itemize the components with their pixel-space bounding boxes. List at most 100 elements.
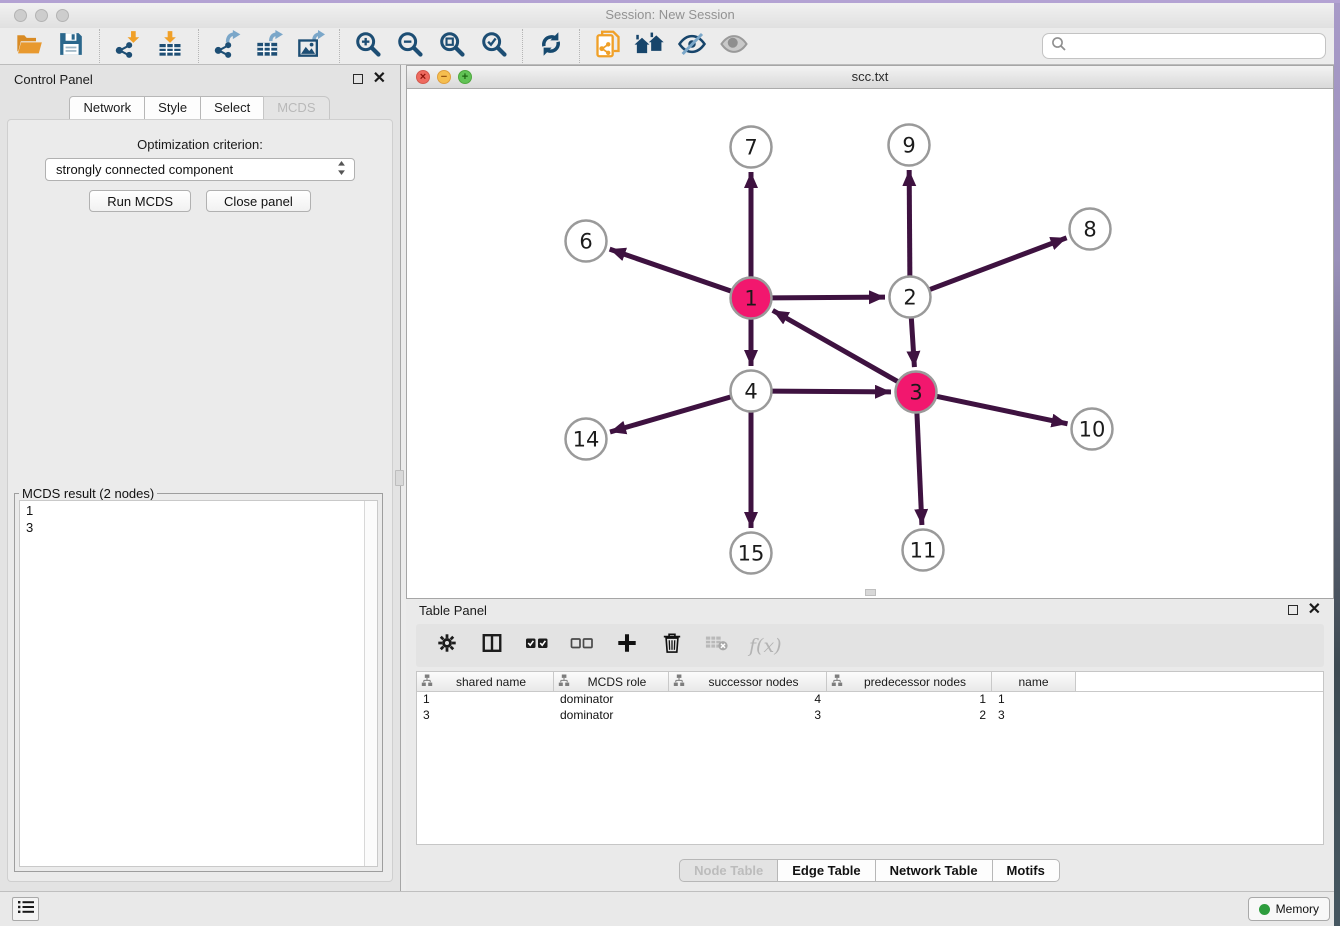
tab-network-table[interactable]: Network Table xyxy=(875,859,993,882)
first-neighbors-button[interactable] xyxy=(629,29,671,63)
graph-node-6[interactable]: 6 xyxy=(566,221,607,262)
close-panel-icon[interactable]: ✕ xyxy=(373,74,386,84)
zoom-fit-button[interactable] xyxy=(431,29,473,63)
column-header-name[interactable]: name xyxy=(992,672,1076,691)
zoom-in-button[interactable] xyxy=(347,29,389,63)
export-image-button[interactable] xyxy=(290,29,332,63)
graph-node-2[interactable]: 2 xyxy=(890,277,931,318)
edge-1-2[interactable] xyxy=(772,297,885,298)
graph-node-15[interactable]: 15 xyxy=(731,533,772,574)
edge-1-6[interactable] xyxy=(610,249,732,291)
optimization-criterion-label: Optimization criterion: xyxy=(8,137,392,152)
graph-node-9[interactable]: 9 xyxy=(889,125,930,166)
task-history-button[interactable] xyxy=(12,897,39,921)
graph-node-3[interactable]: 3 xyxy=(896,372,937,413)
column-header-predecessor-nodes[interactable]: predecessor nodes xyxy=(827,672,992,691)
save-session-button[interactable] xyxy=(50,29,92,63)
search-box[interactable] xyxy=(1042,33,1326,59)
network-canvas[interactable]: 7 9 6 8 1 2 4 3 14 10 15 11 xyxy=(407,89,1333,598)
cell-shared-name: 1 xyxy=(417,692,554,708)
cell-mcds-role: dominator xyxy=(554,692,669,708)
tree-icon xyxy=(673,674,685,690)
import-network-button[interactable] xyxy=(107,29,149,63)
open-session-button[interactable] xyxy=(8,29,50,63)
graph-node-8[interactable]: 8 xyxy=(1070,209,1111,250)
edge-2-3[interactable] xyxy=(911,318,914,367)
float-table-panel-icon[interactable] xyxy=(1288,605,1298,615)
cell-predecessor-nodes: 1 xyxy=(827,692,992,708)
graph-node-11[interactable]: 11 xyxy=(903,530,944,571)
network-resize-grip[interactable] xyxy=(865,589,876,596)
tab-node-table[interactable]: Node Table xyxy=(679,859,778,882)
table-tabs: Node Table Edge Table Network Table Moti… xyxy=(406,859,1334,882)
function-builder-button[interactable]: f(x) xyxy=(749,633,782,659)
cell-successor-nodes: 3 xyxy=(669,708,827,724)
edge-4-14[interactable] xyxy=(610,397,731,432)
clone-network-button[interactable] xyxy=(587,29,629,63)
zoom-out-button[interactable] xyxy=(389,29,431,63)
mcds-result-list[interactable]: 1 3 xyxy=(19,500,378,867)
tab-motifs[interactable]: Motifs xyxy=(992,859,1060,882)
import-table-button[interactable] xyxy=(149,29,191,63)
column-header-mcds-role[interactable]: MCDS role xyxy=(554,672,669,691)
column-header-shared-name[interactable]: shared name xyxy=(417,672,554,691)
export-network-button[interactable] xyxy=(206,29,248,63)
network-window-titlebar[interactable]: × − + scc.txt xyxy=(407,66,1333,89)
cell-predecessor-nodes: 2 xyxy=(827,708,992,724)
refresh-icon xyxy=(538,31,564,62)
graph-node-14[interactable]: 14 xyxy=(566,419,607,460)
criterion-select[interactable]: strongly connected component xyxy=(45,158,355,181)
node-table[interactable]: shared name MCDS role successor nodes pr… xyxy=(416,671,1324,845)
node-label: 6 xyxy=(579,229,592,253)
deselect-all-button[interactable] xyxy=(569,633,595,659)
table-toolbar: f(x) xyxy=(416,624,1324,667)
table-row[interactable]: 3 dominator 3 2 3 xyxy=(417,708,1323,724)
vertical-splitter-handle[interactable] xyxy=(395,470,404,486)
houses-icon xyxy=(634,31,666,62)
close-panel-button[interactable]: Close panel xyxy=(206,190,311,212)
tab-select[interactable]: Select xyxy=(200,96,264,120)
memory-button[interactable]: Memory xyxy=(1248,897,1330,921)
tab-network[interactable]: Network xyxy=(69,96,145,120)
graph-node-1[interactable]: 1 xyxy=(731,278,772,319)
run-mcds-button[interactable]: Run MCDS xyxy=(89,190,191,212)
node-label: 14 xyxy=(573,427,600,451)
column-header-successor-nodes[interactable]: successor nodes xyxy=(669,672,827,691)
tab-style[interactable]: Style xyxy=(144,96,201,120)
node-label: 1 xyxy=(744,286,757,310)
delete-table-button[interactable] xyxy=(704,633,730,659)
eye-slash-icon xyxy=(677,31,707,62)
edge-3-11[interactable] xyxy=(917,413,922,525)
search-input[interactable] xyxy=(1067,36,1325,56)
edge-4-3[interactable] xyxy=(772,391,891,392)
graph-node-4[interactable]: 4 xyxy=(731,371,772,412)
export-image-icon xyxy=(297,30,325,63)
edge-3-10[interactable] xyxy=(937,396,1068,424)
result-scrollbar[interactable] xyxy=(364,501,377,866)
graph-node-7[interactable]: 7 xyxy=(731,127,772,168)
tab-edge-table[interactable]: Edge Table xyxy=(777,859,875,882)
cell-name: 1 xyxy=(992,692,1076,708)
edge-2-8[interactable] xyxy=(930,238,1067,290)
node-label: 2 xyxy=(903,285,916,309)
edge-3-1[interactable] xyxy=(773,310,898,381)
hide-selected-button[interactable] xyxy=(671,29,713,63)
delete-column-button[interactable] xyxy=(659,633,685,659)
select-all-button[interactable] xyxy=(524,633,550,659)
table-panel-title: Table Panel xyxy=(419,603,487,618)
refresh-button[interactable] xyxy=(530,29,572,63)
tab-mcds[interactable]: MCDS xyxy=(263,96,329,120)
close-table-panel-icon[interactable]: ✕ xyxy=(1308,605,1321,615)
graph-node-10[interactable]: 10 xyxy=(1072,409,1113,450)
add-column-button[interactable] xyxy=(614,633,640,659)
export-table-button[interactable] xyxy=(248,29,290,63)
export-network-icon xyxy=(213,30,241,63)
table-row[interactable]: 1 dominator 4 1 1 xyxy=(417,692,1323,708)
table-settings-button[interactable] xyxy=(434,633,460,659)
float-panel-icon[interactable] xyxy=(353,74,363,84)
zoom-selected-button[interactable] xyxy=(473,29,515,63)
node-label: 7 xyxy=(744,135,757,159)
column-visibility-button[interactable] xyxy=(479,633,505,659)
edge-2-9[interactable] xyxy=(909,170,910,276)
show-all-button[interactable] xyxy=(713,29,755,63)
